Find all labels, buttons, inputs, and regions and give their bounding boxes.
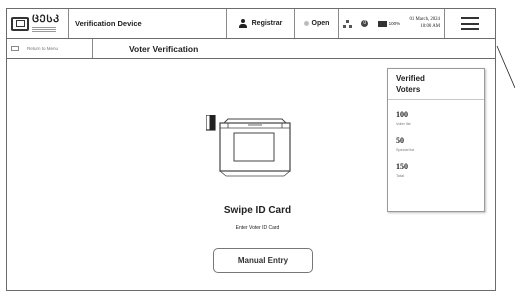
annotation-pointer [496,45,515,89]
